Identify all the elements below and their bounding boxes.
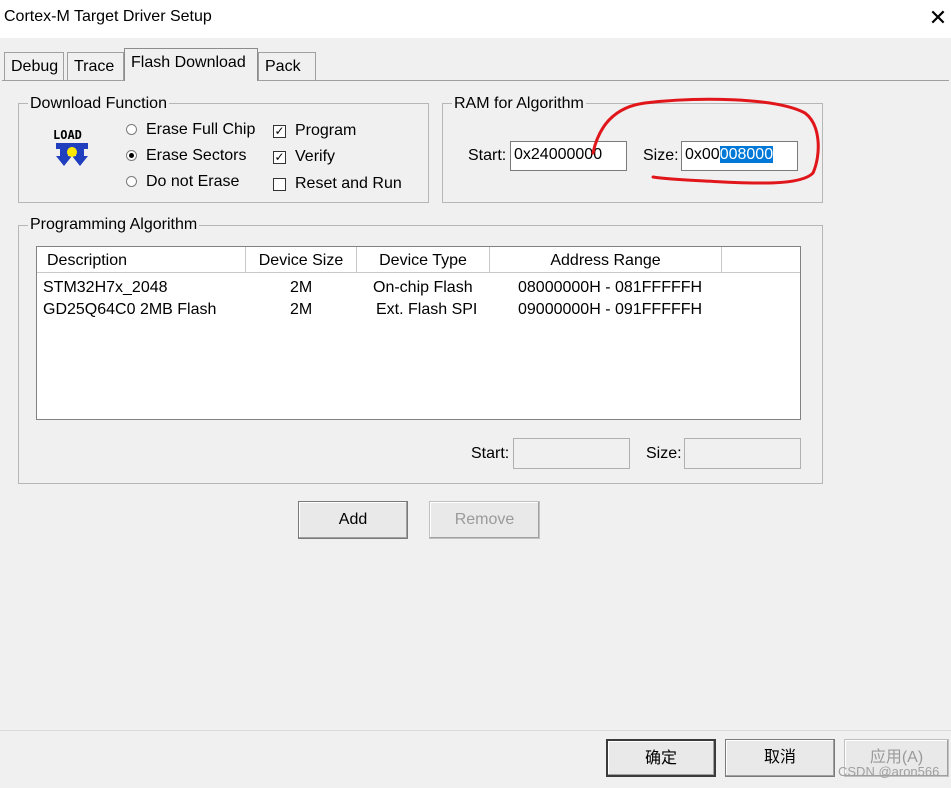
- col-description[interactable]: Description: [37, 247, 246, 273]
- radio-do-not-erase[interactable]: [126, 176, 137, 187]
- ram-group-title: RAM for Algorithm: [452, 95, 586, 113]
- ok-button[interactable]: 确定: [606, 739, 716, 777]
- row-device-type: On-chip Flash: [373, 279, 473, 296]
- download-function-title: Download Function: [28, 95, 169, 113]
- row-device-type: Ext. Flash SPI: [376, 301, 478, 318]
- row-address-range: 08000000H - 081FFFFFH: [518, 279, 703, 296]
- close-icon[interactable]: ✕: [926, 6, 950, 30]
- table-row[interactable]: GD25Q64C0 2MB Flash 2M Ext. Flash SPI 09…: [37, 299, 800, 321]
- radio-erase-sectors[interactable]: [126, 150, 137, 161]
- red-annotation: [591, 97, 820, 185]
- erase-full-chip-label: Erase Full Chip: [146, 121, 256, 138]
- do-not-erase-label: Do not Erase: [146, 173, 240, 190]
- erase-sectors-label: Erase Sectors: [146, 147, 247, 164]
- window-title: Cortex-M Target Driver Setup: [4, 8, 212, 25]
- remove-button[interactable]: Remove: [429, 501, 540, 539]
- programming-algorithm-title: Programming Algorithm: [28, 216, 200, 234]
- tab-flash-download[interactable]: Flash Download: [124, 48, 258, 81]
- tab-debug[interactable]: Debug: [4, 52, 64, 80]
- col-device-type[interactable]: Device Type: [357, 247, 490, 273]
- algo-size-label: Size:: [646, 445, 682, 462]
- checkbox-verify[interactable]: ✓: [273, 151, 286, 164]
- checkbox-reset-and-run[interactable]: [273, 178, 286, 191]
- ram-start-label: Start:: [468, 147, 507, 164]
- col-address-range[interactable]: Address Range: [490, 247, 722, 273]
- watermark: CSDN @aron566: [838, 764, 940, 779]
- row-description: GD25Q64C0 2MB Flash: [43, 301, 217, 318]
- row-device-size: 2M: [290, 301, 313, 318]
- col-device-size[interactable]: Device Size: [246, 247, 357, 273]
- tab-pack[interactable]: Pack: [258, 52, 316, 80]
- reset-and-run-label: Reset and Run: [295, 175, 402, 192]
- row-device-size: 2M: [290, 279, 313, 296]
- program-label: Program: [295, 122, 357, 139]
- row-description: STM32H7x_2048: [43, 279, 168, 296]
- checkbox-program[interactable]: ✓: [273, 125, 286, 138]
- row-address-range: 09000000H - 091FFFFFH: [518, 301, 703, 318]
- algorithm-table[interactable]: Description Device Size Device Type Addr…: [36, 246, 801, 420]
- col-empty: [722, 247, 800, 273]
- svg-text:LOAD: LOAD: [53, 128, 82, 142]
- tab-trace[interactable]: Trace: [67, 52, 124, 80]
- algo-start-input[interactable]: [513, 438, 630, 469]
- cancel-button[interactable]: 取消: [725, 739, 835, 777]
- algo-size-input[interactable]: [684, 438, 801, 469]
- add-button[interactable]: Add: [298, 501, 408, 539]
- title-bar: Cortex-M Target Driver Setup ✕: [0, 0, 951, 38]
- radio-erase-full-chip[interactable]: [126, 124, 137, 135]
- verify-label: Verify: [295, 148, 336, 165]
- table-row[interactable]: STM32H7x_2048 2M On-chip Flash 08000000H…: [37, 277, 800, 299]
- load-icon: LOAD: [52, 126, 92, 168]
- algo-start-label: Start:: [471, 445, 510, 462]
